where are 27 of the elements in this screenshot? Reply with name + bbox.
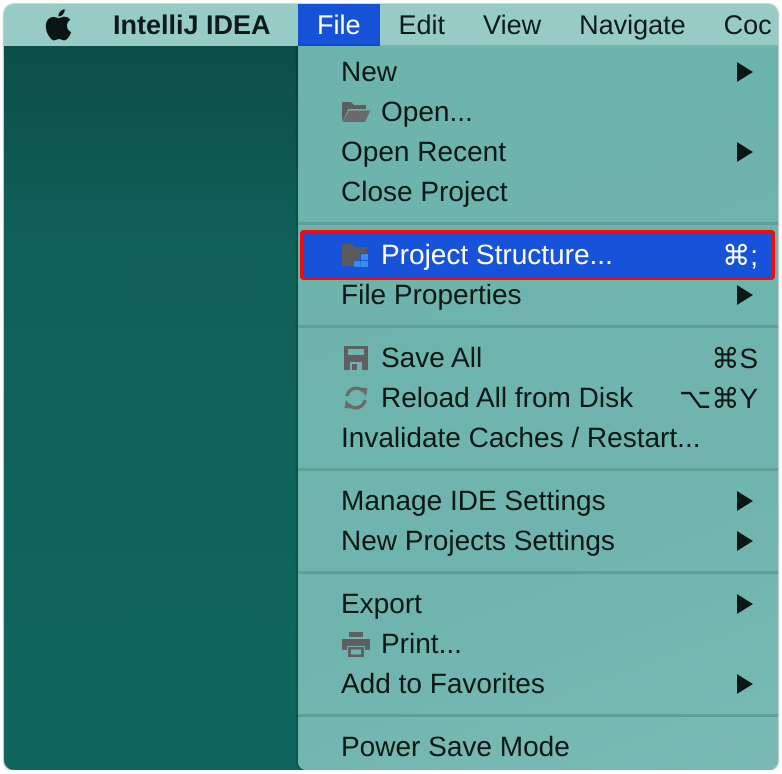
folder-grid-icon xyxy=(341,242,371,268)
menu-bar-item[interactable]: View xyxy=(464,4,560,46)
menu-item[interactable]: Reload All from Disk ⌥⌘Y xyxy=(298,378,778,418)
menu-item[interactable]: Project Structure... ⌘; xyxy=(300,230,775,280)
menu-bar-item[interactable]: Edit xyxy=(380,4,464,46)
menu-item[interactable]: Save All ⌘S xyxy=(298,338,778,378)
menu-item[interactable]: Open Recent xyxy=(298,132,778,172)
keyboard-shortcut: ⌘; xyxy=(721,238,758,272)
menu-bar-item[interactable]: Coc xyxy=(704,4,778,46)
app-name-menu[interactable]: IntelliJ IDEA xyxy=(113,10,271,40)
printer-icon xyxy=(341,631,371,657)
keyboard-shortcut: ⌥⌘Y xyxy=(678,382,758,414)
menu-item[interactable]: Add to Favorites xyxy=(298,664,778,704)
menu-item[interactable]: Power Save Mode xyxy=(298,727,778,767)
menu-bar-item[interactable]: File xyxy=(298,4,380,46)
menu-item[interactable]: Export xyxy=(298,584,778,624)
menu-item[interactable]: Invalidate Caches / Restart... xyxy=(298,418,778,458)
menu-item[interactable]: New Projects Settings xyxy=(298,521,778,561)
menu-item[interactable]: Close Project xyxy=(298,172,778,212)
menu-item[interactable]: Print... xyxy=(298,624,778,664)
keyboard-shortcut: ⌘S xyxy=(710,342,758,374)
menu-item[interactable]: Open... xyxy=(298,92,778,132)
menu-item[interactable]: New xyxy=(298,52,778,92)
menu-bar-item[interactable]: Navigate xyxy=(560,4,705,46)
apple-logo-icon[interactable] xyxy=(45,9,72,41)
open-folder-icon xyxy=(341,99,371,125)
menu-item[interactable]: Manage IDE Settings xyxy=(298,481,778,521)
